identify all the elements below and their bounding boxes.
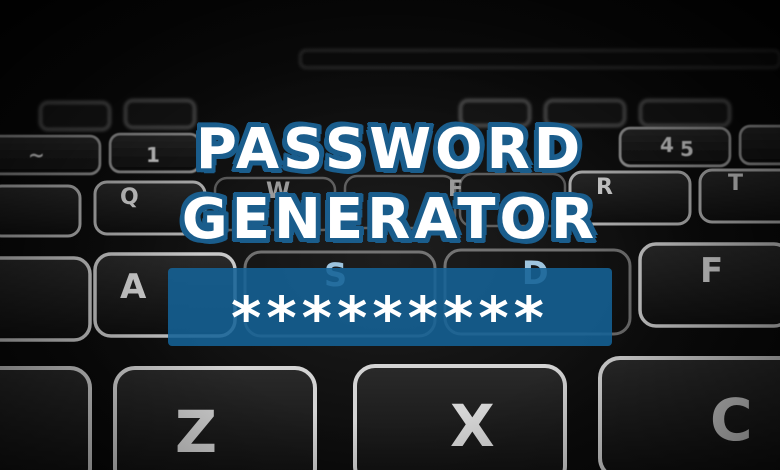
banner-image: ~ 1 4 5 Q W E R T A S D F Z X C PASSWORD… — [0, 0, 780, 470]
key-legend-a: A — [120, 267, 147, 307]
title-line-generator: GENERATOR — [181, 187, 599, 252]
key-legend-f: F — [700, 251, 723, 291]
key-legend-z: Z — [175, 398, 217, 466]
key-legend-c: C — [710, 386, 753, 454]
keyboard-bottom-row — [0, 356, 780, 470]
key-legend-x: X — [450, 392, 495, 460]
title-line-password: PASSWORD — [195, 117, 585, 182]
masked-password-text: ********* — [231, 284, 549, 352]
masked-password-box: ********* — [168, 268, 612, 352]
